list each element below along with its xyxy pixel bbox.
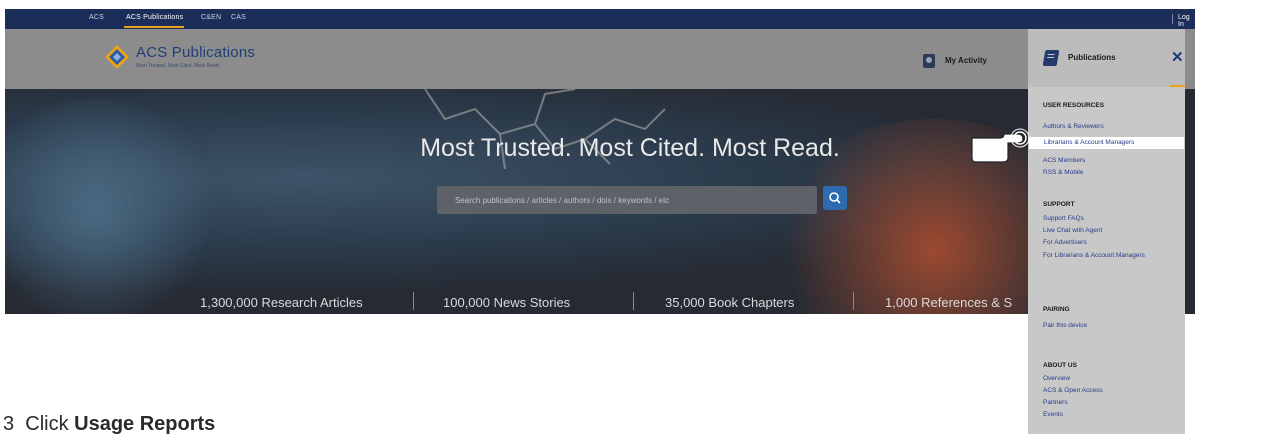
stat-research-articles: 1,300,000 Research Articles: [200, 295, 363, 310]
top-link-acs[interactable]: ACS: [89, 14, 104, 21]
close-icon[interactable]: ✕: [1171, 48, 1184, 66]
menu-item-events[interactable]: Events: [1043, 411, 1063, 418]
search-icon: [829, 192, 841, 204]
logo-tagline: Most Trusted. Most Cited. Most Read.: [136, 63, 220, 69]
section-heading-user-resources: USER RESOURCES: [1043, 102, 1105, 109]
section-heading-pairing: PAIRING: [1043, 306, 1070, 313]
hero-banner: Most Trusted. Most Cited. Most Read. 1,3…: [5, 89, 1195, 314]
menu-item-librarians-account-managers[interactable]: Librarians & Account Managers: [1044, 139, 1134, 146]
search-button[interactable]: [823, 186, 847, 210]
stat-book-chapters: 35,000 Book Chapters: [665, 295, 795, 310]
step-target: Usage Reports: [74, 413, 216, 434]
hero-cell-graphic: [5, 99, 225, 314]
menu-item-pair-device[interactable]: Pair this device: [1043, 322, 1087, 329]
panel-title: Publications: [1068, 53, 1116, 62]
pointing-hand-icon: [971, 128, 1030, 163]
section-heading-about-us: ABOUT US: [1043, 362, 1077, 369]
menu-item-for-advertisers[interactable]: For Advertisers: [1043, 239, 1087, 246]
top-link-cen[interactable]: C&EN: [201, 14, 221, 21]
login-link[interactable]: Log In: [1178, 14, 1195, 28]
search-input[interactable]: [437, 186, 817, 214]
menu-item-rss-mobile[interactable]: RSS & Mobile: [1043, 169, 1083, 176]
instruction-step: 3 Click Usage Reports: [3, 413, 215, 434]
menu-item-live-chat[interactable]: Live Chat with Agent: [1043, 227, 1102, 234]
stat-news-stories: 100,000 News Stories: [443, 295, 571, 310]
stat-divider: [633, 292, 634, 310]
top-link-acs-publications[interactable]: ACS Publications: [126, 14, 183, 21]
menu-item-acs-open-access[interactable]: ACS & Open Access: [1043, 387, 1103, 394]
logo-title[interactable]: ACS Publications: [136, 44, 255, 61]
stat-divider: [853, 292, 854, 310]
my-activity-link[interactable]: My Activity: [945, 56, 987, 65]
stat-references: 1,000 References & S: [885, 295, 1013, 310]
step-prefix: Click: [25, 413, 75, 434]
menu-item-partners[interactable]: Partners: [1043, 399, 1068, 406]
acs-logo-icon[interactable]: [104, 44, 130, 70]
menu-item-acs-members[interactable]: ACS Members: [1043, 157, 1085, 164]
section-heading-support: SUPPORT: [1043, 201, 1075, 208]
site-header: ACS Publications Most Trusted. Most Cite…: [5, 29, 1195, 89]
menu-item-support-faqs[interactable]: Support FAQs: [1043, 215, 1084, 222]
step-number: 3: [3, 413, 15, 434]
panel-accent-bar: [1170, 85, 1185, 87]
search-box: [437, 186, 817, 214]
my-activity-icon[interactable]: [923, 54, 935, 68]
login-divider: [1172, 14, 1173, 24]
publications-menu-panel: Publications ✕ USER RESOURCES Authors & …: [1028, 29, 1185, 434]
active-tab-indicator: [124, 26, 184, 28]
menu-item-authors-reviewers[interactable]: Authors & Reviewers: [1043, 123, 1104, 130]
menu-item-librarians-highlight[interactable]: Librarians & Account Managers: [1029, 137, 1184, 149]
book-icon: [1042, 50, 1060, 66]
panel-header: Publications ✕: [1028, 29, 1185, 87]
top-link-cas[interactable]: CAS: [231, 14, 246, 21]
top-nav-bar: ACS ACS Publications C&EN CAS Log In: [5, 9, 1195, 29]
menu-item-overview[interactable]: Overview: [1043, 375, 1070, 382]
menu-item-for-librarians[interactable]: For Librarians & Account Managers: [1043, 251, 1173, 260]
stat-divider: [413, 292, 414, 310]
